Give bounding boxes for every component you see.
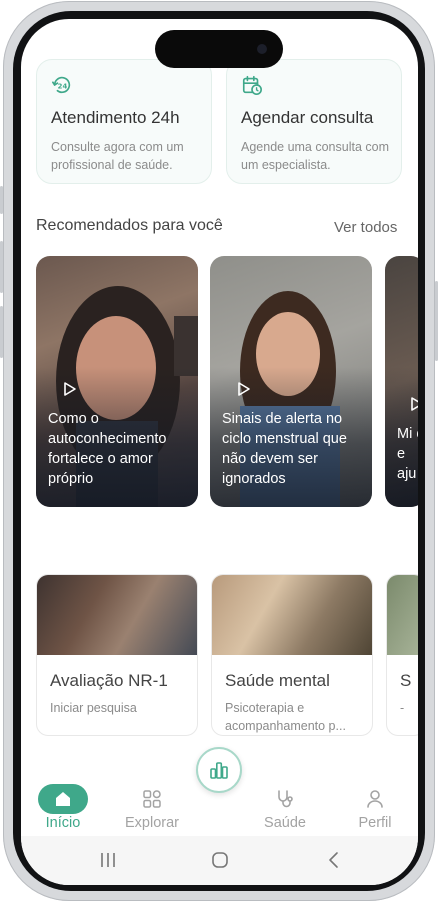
- nav-item-home[interactable]: Início: [27, 782, 99, 834]
- card-title: Saúde mental: [225, 671, 330, 690]
- nav-label: Explorar: [125, 815, 179, 831]
- nav-label: Início: [45, 815, 81, 831]
- video-card[interactable]: Mi é e aju: [385, 256, 418, 507]
- video-caption: Mi é e aju: [397, 426, 418, 482]
- app-screen: 24 Atendimento 24h Consulte agora com um…: [21, 19, 418, 885]
- dynamic-island: [155, 30, 283, 68]
- recommended-title: Recomendados para você: [36, 217, 223, 234]
- service-title: Agendar consulta: [241, 108, 374, 127]
- see-all-link[interactable]: Ver todos: [334, 219, 397, 236]
- 24h-clock-icon: 24: [52, 76, 71, 94]
- bar-chart-icon: [210, 762, 228, 779]
- stethoscope-icon: [278, 790, 293, 808]
- video-card[interactable]: Sinais de alerta no ciclo menstrual que …: [210, 256, 372, 507]
- service-card-24h[interactable]: 24 Atendimento 24h Consulte agora com um…: [36, 59, 212, 184]
- nav-label: Perfil: [358, 815, 392, 831]
- info-card-nr1[interactable]: Avaliação NR-1 Iniciar pesquisa: [36, 574, 198, 736]
- card-subtitle: -: [400, 701, 405, 715]
- svg-text:24: 24: [58, 83, 68, 91]
- card-title: S: [400, 671, 412, 690]
- calendar-clock-icon: [242, 75, 262, 95]
- video-caption: Sinais de alerta no ciclo menstrual que …: [222, 411, 347, 487]
- recent-apps-icon[interactable]: [99, 851, 117, 869]
- system-navigation-bar: [21, 836, 418, 885]
- nav-item-explore[interactable]: Explorar: [116, 782, 188, 834]
- power-button: [435, 281, 438, 361]
- info-card-mental-health[interactable]: Saúde mental Psicoterapia e acompanhamen…: [211, 574, 373, 736]
- back-chevron-icon[interactable]: [325, 851, 343, 869]
- video-card[interactable]: Como o autoconhecimento fortalece o amor…: [36, 256, 198, 507]
- play-icon: [411, 397, 418, 411]
- user-icon: [367, 790, 383, 808]
- card-photo: [387, 575, 418, 655]
- volume-down-button: [0, 306, 3, 358]
- card-title: Avaliação NR-1: [50, 671, 168, 690]
- service-card-schedule[interactable]: Agendar consulta Agende uma consulta com…: [226, 59, 402, 184]
- play-icon: [238, 382, 250, 396]
- action-button: [0, 186, 3, 214]
- home-circle-icon[interactable]: [211, 851, 229, 869]
- home-icon: [56, 792, 70, 806]
- insights-button[interactable]: [196, 747, 242, 793]
- card-subtitle: Psicoterapia e acompanhamento p...: [225, 701, 346, 733]
- video-caption: Como o autoconhecimento fortalece o amor…: [48, 411, 167, 487]
- play-icon: [64, 382, 76, 396]
- card-photo: [37, 575, 197, 655]
- service-desc: Consulte agora com um profissional de sa…: [51, 140, 184, 172]
- card-subtitle: Iniciar pesquisa: [50, 701, 137, 715]
- service-title: Atendimento 24h: [51, 108, 180, 127]
- info-card-partial[interactable]: S -: [386, 574, 418, 736]
- nav-label: Saúde: [264, 815, 306, 831]
- service-desc: Agende uma consulta com um especialista.: [241, 140, 390, 172]
- card-photo: [212, 575, 372, 655]
- nav-item-profile[interactable]: Perfil: [339, 782, 411, 834]
- volume-up-button: [0, 241, 3, 293]
- explore-grid-icon: [143, 790, 161, 808]
- nav-item-health[interactable]: Saúde: [249, 782, 321, 834]
